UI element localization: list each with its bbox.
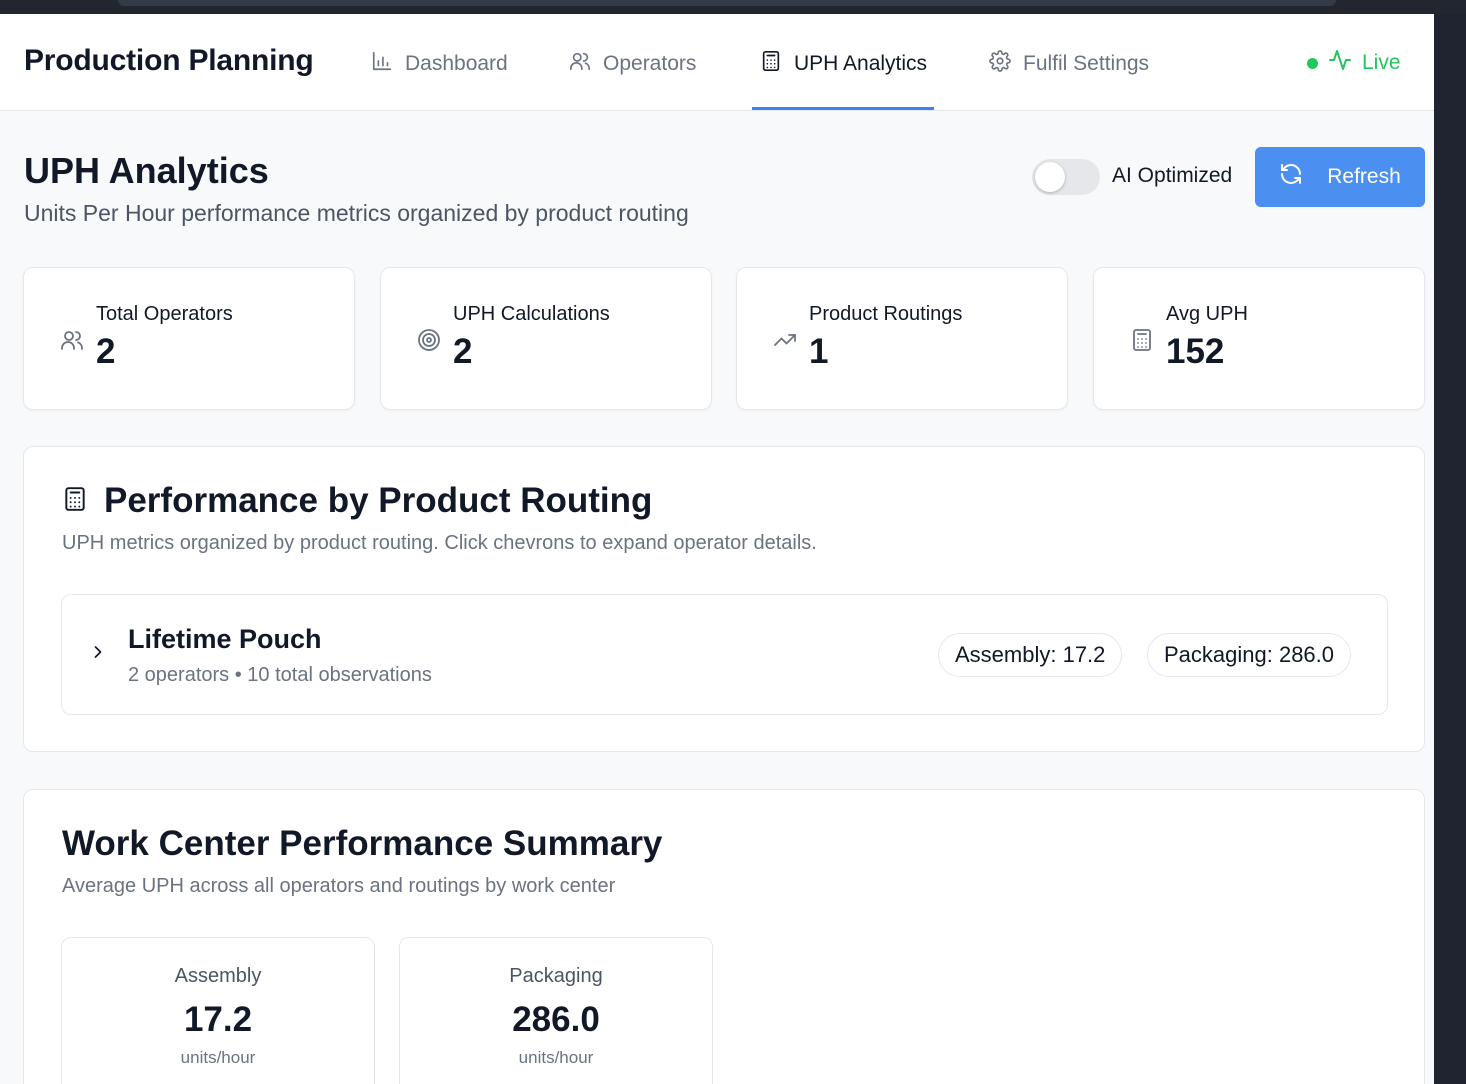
work-center-value: 17.2 xyxy=(183,1000,253,1039)
calculator-icon xyxy=(760,50,782,78)
work-center-card-assembly: Assembly 17.2 units/hour xyxy=(61,937,375,1084)
work-center-unit: units/hour xyxy=(518,1048,594,1067)
stat-card-uph-calculations: UPH Calculations 2 xyxy=(380,267,712,410)
stat-label: Avg UPH xyxy=(1166,303,1248,325)
routing-row[interactable]: Lifetime Pouch 2 operators • 10 total ob… xyxy=(61,594,1388,715)
stat-value: 2 xyxy=(96,332,116,371)
chevron-right-icon[interactable] xyxy=(88,642,108,662)
live-label: Live xyxy=(1362,51,1401,74)
nav-fulfil-settings-label: Fulfil Settings xyxy=(1023,52,1150,75)
refresh-label: Refresh xyxy=(1327,165,1401,188)
page-subtitle: Units Per Hour performance metrics organ… xyxy=(24,200,689,226)
routing-name: Lifetime Pouch xyxy=(128,624,322,654)
refresh-icon xyxy=(1279,162,1303,192)
scroll-gutter xyxy=(1434,14,1466,1084)
nav-uph-analytics-label: UPH Analytics xyxy=(794,52,928,75)
routing-panel-title: Performance by Product Routing xyxy=(62,481,652,521)
summary-panel-description: Average UPH across all operators and rou… xyxy=(62,875,616,897)
nav-operators-label: Operators xyxy=(603,52,697,75)
ai-optimized-toggle[interactable] xyxy=(1032,159,1100,195)
routing-panel-title-text: Performance by Product Routing xyxy=(104,481,653,520)
stat-label: Product Routings xyxy=(809,303,963,325)
toggle-knob xyxy=(1035,162,1065,192)
page-title: UPH Analytics xyxy=(24,150,269,191)
window-tab-bar xyxy=(118,0,1336,6)
stat-value: 152 xyxy=(1166,332,1225,371)
stat-value: 1 xyxy=(809,332,829,371)
stat-value: 2 xyxy=(453,332,473,371)
trending-up-icon xyxy=(773,328,797,352)
stat-label: Total Operators xyxy=(96,303,233,325)
app-brand[interactable]: Production Planning xyxy=(24,44,314,78)
nav-uph-analytics[interactable]: UPH Analytics xyxy=(760,50,927,78)
calculator-icon xyxy=(62,481,88,521)
window-top-strip xyxy=(0,0,1466,14)
nav-dashboard-label: Dashboard xyxy=(405,52,508,75)
target-icon xyxy=(417,328,441,352)
refresh-button[interactable]: Refresh xyxy=(1255,147,1425,207)
nav-fulfil-settings[interactable]: Fulfil Settings xyxy=(989,50,1149,78)
live-status-dot xyxy=(1307,57,1318,69)
routing-performance-panel: Performance by Product Routing UPH metri… xyxy=(23,446,1425,752)
work-center-unit: units/hour xyxy=(180,1048,256,1067)
routing-meta: 2 operators • 10 total observations xyxy=(128,664,432,686)
stat-card-total-operators: Total Operators 2 xyxy=(23,267,355,410)
top-navbar: Production Planning Dashboard Operators … xyxy=(0,14,1434,111)
live-indicator: Live xyxy=(1307,50,1401,76)
routing-panel-description: UPH metrics organized by product routing… xyxy=(62,532,817,554)
summary-panel-title: Work Center Performance Summary xyxy=(62,824,663,863)
nav-operators[interactable]: Operators xyxy=(569,50,696,78)
bar-chart-icon xyxy=(371,50,393,78)
activity-icon xyxy=(1328,48,1352,78)
active-tab-indicator xyxy=(752,107,934,110)
routing-badge-assembly: Assembly: 17.2 xyxy=(938,633,1123,677)
gear-icon xyxy=(989,50,1011,78)
app-window: Production Planning Dashboard Operators … xyxy=(0,14,1434,1084)
calculator-icon xyxy=(1130,328,1154,352)
users-icon xyxy=(569,50,591,78)
work-center-summary-panel: Work Center Performance Summary Average … xyxy=(23,789,1425,1084)
stat-card-product-routings: Product Routings 1 xyxy=(736,267,1068,410)
users-icon xyxy=(60,328,84,352)
work-center-name: Packaging xyxy=(509,965,603,987)
nav-dashboard[interactable]: Dashboard xyxy=(371,50,508,78)
routing-badge-packaging: Packaging: 286.0 xyxy=(1147,633,1352,677)
stat-card-avg-uph: Avg UPH 152 xyxy=(1093,267,1425,410)
work-center-value: 286.0 xyxy=(512,1000,600,1039)
work-center-name: Assembly xyxy=(174,965,262,987)
ai-optimized-label: AI Optimized xyxy=(1112,164,1233,187)
stat-label: UPH Calculations xyxy=(453,303,610,325)
work-center-card-packaging: Packaging 286.0 units/hour xyxy=(399,937,713,1084)
